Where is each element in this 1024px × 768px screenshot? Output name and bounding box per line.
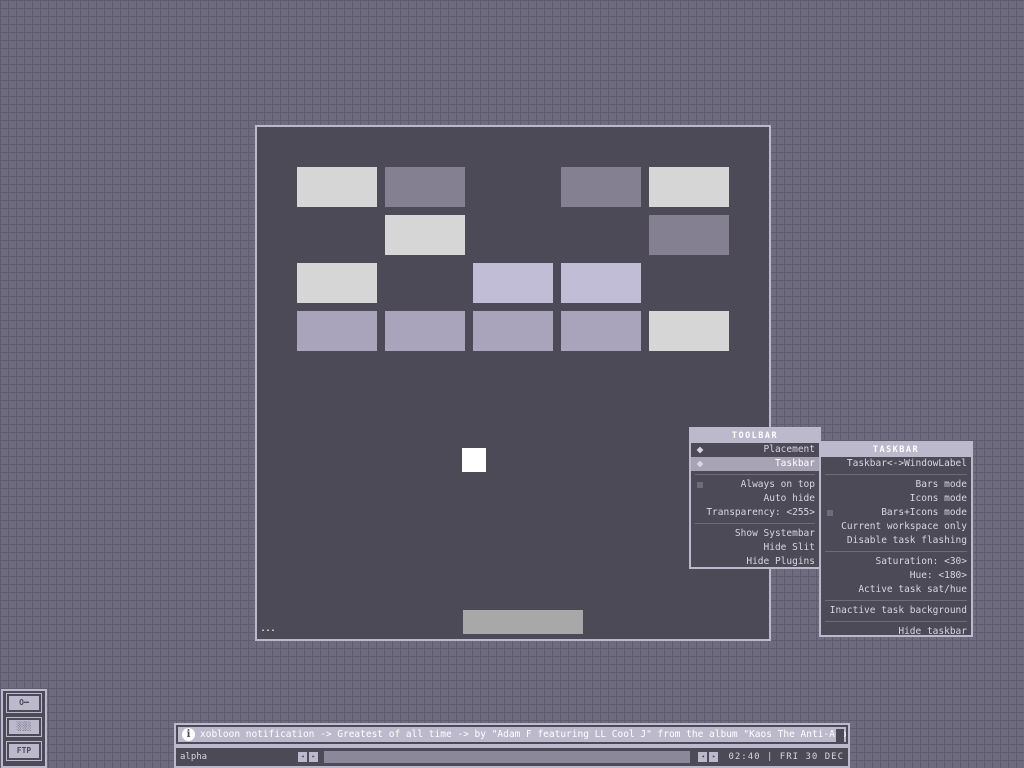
paddle[interactable] <box>463 610 583 634</box>
notification-scroll-handle[interactable] <box>836 729 844 744</box>
menu-separator <box>825 600 967 601</box>
notification-bar: i xobloon notification -> Greatest of al… <box>174 723 850 746</box>
brick <box>473 263 553 303</box>
menu-separator <box>695 474 815 475</box>
menu-item-bars-mode[interactable]: Bars mode <box>821 478 971 492</box>
menu-item-hide-plugins[interactable]: Hide Plugins <box>691 555 819 569</box>
taskbar-submenu: TASKBAR Taskbar<->WindowLabel Bars mode … <box>819 441 973 637</box>
menu-item-hide-taskbar[interactable]: Hide taskbar <box>821 625 971 639</box>
brick <box>297 263 377 303</box>
taskbar-menu-title: TASKBAR <box>821 443 971 457</box>
menu-item-taskbar-windowlabel[interactable]: Taskbar<->WindowLabel <box>821 457 971 471</box>
ftp-button[interactable]: FTP <box>6 741 42 761</box>
brick <box>297 311 377 351</box>
window-prev-arrow-icon[interactable]: ◂ <box>698 752 708 762</box>
brick <box>385 167 465 207</box>
slit-dock: O━ ░░░ FTP <box>1 689 47 768</box>
toolbar-menu-title: TOOLBAR <box>691 429 819 443</box>
brick <box>649 215 729 255</box>
ball <box>462 448 486 472</box>
window-next-arrow-icon[interactable]: ▸ <box>709 752 719 762</box>
brick <box>561 311 641 351</box>
toolbar: alpha ◂ ▸ ◂ ▸ 02:40 | FRI 30 DEC <box>174 746 850 768</box>
menu-separator <box>825 551 967 552</box>
brick <box>385 215 465 255</box>
menu-item-saturation[interactable]: Saturation: <30> <box>821 555 971 569</box>
brick <box>649 311 729 351</box>
window-ellipsis: ... <box>260 623 276 634</box>
menu-separator <box>695 523 815 524</box>
menu-item-disable-task-flashing[interactable]: Disable task flashing <box>821 534 971 548</box>
menu-item-bars-icons-mode[interactable]: Bars+Icons mode <box>821 506 971 520</box>
workspace-label[interactable]: alpha <box>176 752 296 762</box>
workspace-next-arrow-icon[interactable]: ▸ <box>309 752 318 762</box>
menu-item-hue[interactable]: Hue: <180> <box>821 569 971 583</box>
submenu-bullet-icon <box>696 460 704 468</box>
notification-content[interactable]: i xobloon notification -> Greatest of al… <box>178 727 846 742</box>
keyboard-icon[interactable]: ░░░ <box>6 717 42 737</box>
menu-item-show-systembar[interactable]: Show Systembar <box>691 527 819 541</box>
menu-item-active-task-sat-hue[interactable]: Active task sat/hue <box>821 583 971 597</box>
menu-separator <box>825 474 967 475</box>
radio-selected-icon <box>827 510 833 516</box>
brick <box>561 263 641 303</box>
menu-item-always-on-top[interactable]: Always on top <box>691 478 819 492</box>
menu-item-hide-slit[interactable]: Hide Slit <box>691 541 819 555</box>
brick <box>649 167 729 207</box>
task-area[interactable] <box>324 751 691 763</box>
key-icon[interactable]: O━ <box>6 693 42 713</box>
menu-item-taskbar[interactable]: Taskbar <box>691 457 819 471</box>
brick <box>473 311 553 351</box>
submenu-bullet-icon <box>696 446 704 454</box>
menu-item-current-workspace-only[interactable]: Current workspace only <box>821 520 971 534</box>
menu-item-transparency[interactable]: Transparency: <255> <box>691 506 819 520</box>
workspace-prev-arrow-icon[interactable]: ◂ <box>298 752 307 762</box>
menu-item-inactive-task-background[interactable]: Inactive task background <box>821 604 971 618</box>
menu-item-placement[interactable]: Placement <box>691 443 819 457</box>
checkbox-icon <box>697 482 703 488</box>
brick <box>297 167 377 207</box>
brick <box>561 167 641 207</box>
menu-item-icons-mode[interactable]: Icons mode <box>821 492 971 506</box>
info-icon: i <box>182 728 195 741</box>
menu-separator <box>825 621 967 622</box>
clock: 02:40 | FRI 30 DEC <box>728 752 844 762</box>
brick <box>385 311 465 351</box>
toolbar-menu: TOOLBAR Placement Taskbar Always on top … <box>689 427 821 569</box>
notification-text: xobloon notification -> Greatest of all … <box>200 729 846 740</box>
menu-item-auto-hide[interactable]: Auto hide <box>691 492 819 506</box>
